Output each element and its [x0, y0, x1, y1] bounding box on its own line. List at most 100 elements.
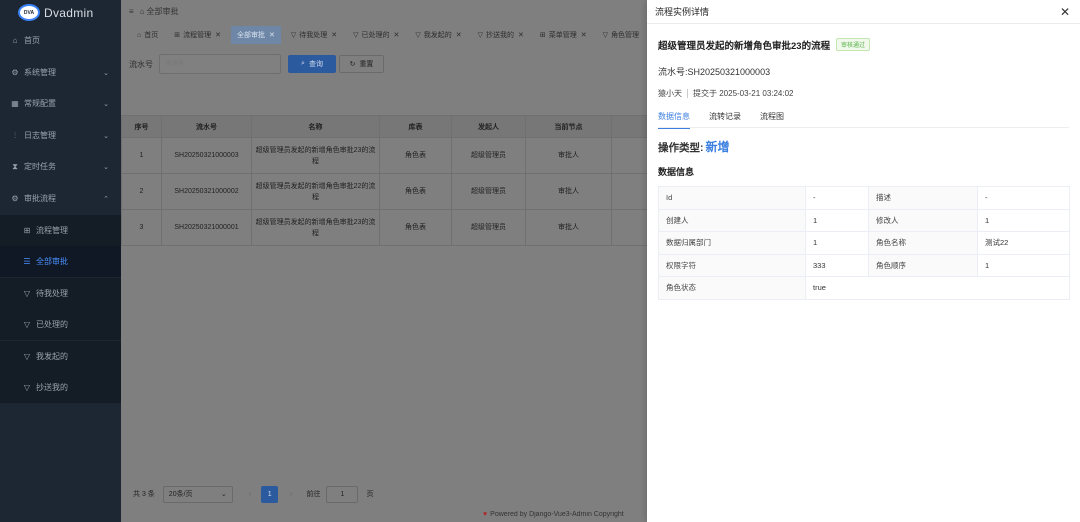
tab-role-manage[interactable]: ▽ 角色管理 [597, 26, 645, 44]
home-icon: ⌂ [137, 31, 142, 39]
sidebar-subitem-done[interactable]: ▽ 已处理的 [0, 309, 121, 340]
sidebar-item-label: 常规配置 [24, 99, 56, 108]
tab-all-approvals[interactable]: 全部审批 ✕ [230, 26, 281, 44]
top-bar: ≡ ⌂ 全部审批 [121, 0, 647, 22]
sidebar-item-label: 待我处理 [36, 289, 68, 298]
table-row: 权限字符 333 角色顺序 1 [658, 253, 1070, 277]
chevron-down-icon: ⌄ [103, 69, 109, 77]
detail-drawer: 流程实例详情 ✕ 超级管理员发起的新增角色审批23的流程 审核通过 流水号:SH… [647, 0, 1080, 522]
tab-cc[interactable]: ▽ 抄送我的 ✕ [472, 26, 530, 44]
cell [611, 209, 648, 246]
sidebar-item-label: 全部审批 [36, 257, 68, 266]
close-icon[interactable]: ✕ [394, 31, 400, 39]
menu-toggle-icon[interactable]: ≡ [129, 7, 134, 16]
submitter: 猿小天 [658, 89, 682, 98]
cell: 3 [121, 209, 162, 246]
filter-icon: ▽ [23, 320, 31, 329]
tab-label: 全部审批 [236, 32, 265, 39]
sidebar-item-approval[interactable]: ⚙ 审批流程 ⌃ [0, 183, 121, 214]
cell: SH20250321000001 [161, 209, 252, 246]
breadcrumb: 全部审批 [146, 6, 179, 16]
logo: DVA Dvadmin [0, 0, 121, 25]
tab-label: 已处理的 [361, 32, 390, 39]
serial-search-input[interactable] [159, 54, 281, 74]
search-icon: ⌕ [301, 60, 305, 67]
operation-type-label: 操作类型: [658, 142, 704, 154]
close-icon[interactable]: ✕ [1060, 5, 1070, 19]
query-button[interactable]: ⌕ 查询 [288, 55, 336, 73]
goto-suffix: 页 [366, 491, 374, 498]
tab-flow-manage[interactable]: ⊞ 流程管理 ✕ [168, 26, 227, 44]
field-label: 角色顺序 [868, 253, 978, 277]
sidebar-item-cron[interactable]: ⧗ 定时任务 ⌄ [0, 151, 121, 182]
filter-icon: ▽ [477, 32, 484, 39]
close-icon[interactable]: ✕ [456, 31, 462, 39]
operation-type: 操作类型: 新增 [658, 138, 730, 155]
close-icon[interactable]: ✕ [518, 31, 524, 39]
field-value: 测试22 [977, 231, 1070, 255]
col-header: 当前节点 [525, 115, 612, 138]
sidebar-subitem-todo[interactable]: ▽ 待我处理 [0, 278, 121, 309]
list-icon: ☰ [23, 257, 31, 266]
tab-menu-manage[interactable]: ⊞ 菜单管理 ✕ [534, 26, 593, 44]
prev-page-icon[interactable]: ‹ [249, 491, 251, 498]
table-row[interactable]: 1 SH20250321000003 超级管理员发起的新增角色审批23的流程 角… [121, 137, 648, 174]
field-label: Id [658, 186, 806, 210]
footer-text: Powered by Django-Vue3-Admin Copyright [490, 511, 624, 518]
table-row[interactable]: 2 SH20250321000002 超级管理员发起的新增角色审批22的流程 角… [121, 173, 648, 210]
breadcrumb-home-icon: ⌂ [139, 6, 145, 16]
field-label: 修改人 [868, 208, 978, 232]
page-size-select[interactable]: 20条/页 ⌄ [162, 485, 233, 503]
cell: 角色表 [379, 137, 452, 174]
heart-icon: ♥ [483, 511, 488, 518]
page-number[interactable]: 1 [261, 485, 279, 503]
table-row[interactable]: 3 SH20250321000001 超级管理员发起的新增角色审批23的流程 角… [121, 209, 648, 246]
gear-icon: ⚙ [11, 68, 19, 77]
sidebar-item-system[interactable]: ⚙ 系统管理 ⌄ [0, 57, 121, 88]
sidebar-item-logs[interactable]: ⫶ 日志管理 ⌄ [0, 120, 121, 151]
chevron-down-icon: ⌄ [220, 491, 227, 498]
field-value: 333 [805, 253, 869, 277]
cell: 角色表 [379, 173, 452, 210]
close-icon[interactable]: ✕ [269, 31, 275, 39]
table-row: Id - 描述 - [658, 186, 1070, 210]
tab-initiated[interactable]: ▽ 我发起的 ✕ [409, 26, 467, 44]
field-value: 1 [805, 208, 869, 232]
field-label: 数据归属部门 [658, 231, 806, 255]
goto-page-input[interactable]: 1 [326, 485, 359, 503]
col-header: 发起人 [451, 115, 526, 138]
tab-label: 首页 [144, 32, 159, 39]
tab-label: 抄送我的 [486, 32, 515, 39]
cell [611, 173, 648, 210]
tab-label: 角色管理 [611, 32, 640, 39]
drawer-title: 流程实例详情 [655, 7, 710, 17]
close-icon[interactable]: ✕ [331, 31, 337, 39]
field-value: - [805, 186, 869, 210]
flow-title: 超级管理员发起的新增角色审批23的流程 [658, 41, 831, 52]
table-row: 创建人 1 修改人 1 [658, 208, 1070, 232]
tab-home[interactable]: ⌂ 首页 [131, 26, 164, 44]
filter-icon: ▽ [23, 289, 31, 298]
sidebar-subitem-flow-manage[interactable]: ⊞ 流程管理 [0, 215, 121, 246]
sidebar: DVA Dvadmin ⌂ 首页 ⚙ 系统管理 ⌄ ▦ 常规配置 ⌄ ⫶ 日志管… [0, 0, 121, 522]
divider [687, 89, 688, 98]
clock-icon: ⧗ [12, 161, 18, 171]
sidebar-item-label: 日志管理 [24, 131, 56, 140]
tab-todo[interactable]: ▽ 待我处理 ✕ [285, 26, 343, 44]
sidebar-item-home[interactable]: ⌂ 首页 [0, 25, 121, 56]
sidebar-subitem-initiated[interactable]: ▽ 我发起的 [0, 341, 121, 372]
cell: 审批人 [525, 173, 612, 210]
reset-button[interactable]: ↻ 重置 [339, 55, 384, 73]
tab-done[interactable]: ▽ 已处理的 ✕ [347, 26, 405, 44]
serial-label: 流水号 [129, 60, 153, 69]
cell: SH20250321000003 [161, 137, 252, 174]
cell: 超级管理员 [451, 137, 526, 174]
close-icon[interactable]: ✕ [215, 31, 221, 39]
next-page-icon[interactable]: › [290, 491, 292, 498]
sidebar-subitem-all-approvals[interactable]: ☰ 全部审批 [0, 246, 121, 277]
sidebar-item-label: 系统管理 [24, 68, 56, 77]
close-icon[interactable]: ✕ [581, 31, 587, 39]
sidebar-subitem-cc[interactable]: ▽ 抄送我的 [0, 372, 121, 403]
refresh-icon: ↻ [349, 61, 356, 68]
sidebar-item-config[interactable]: ▦ 常规配置 ⌄ [0, 88, 121, 119]
